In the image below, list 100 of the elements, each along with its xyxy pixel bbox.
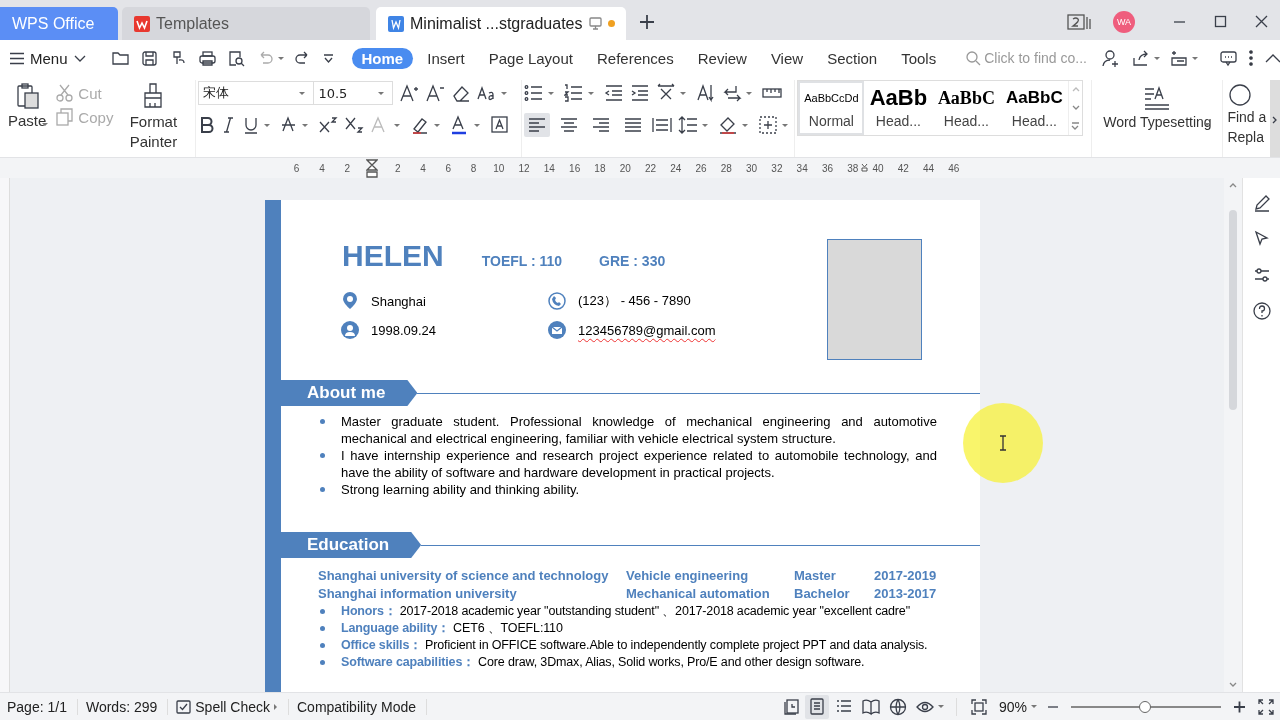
ribbon-tab[interactable]: Tools xyxy=(891,47,947,69)
dropdown-caret-icon[interactable] xyxy=(434,123,441,127)
dropdown-caret-icon[interactable] xyxy=(474,123,481,127)
ribbon-tab[interactable]: Insert xyxy=(417,47,475,69)
page-view-button[interactable] xyxy=(804,694,829,719)
shrink-font-icon[interactable] xyxy=(425,83,446,103)
style-preset[interactable]: AaBbC Head... xyxy=(932,81,1001,135)
dropdown-caret-icon[interactable] xyxy=(378,91,385,95)
search-field[interactable]: Click to find co... xyxy=(966,50,1097,66)
dropdown-caret-icon[interactable] xyxy=(1031,705,1037,708)
backup-icon[interactable] xyxy=(783,698,799,715)
more-icon[interactable] xyxy=(1249,50,1254,66)
dropdown-caret-icon[interactable] xyxy=(680,91,687,95)
window-switcher-icon[interactable] xyxy=(1067,14,1091,30)
dropdown-caret-icon[interactable] xyxy=(277,56,284,60)
dropdown-caret-icon[interactable] xyxy=(548,91,555,95)
ribbon-tab[interactable]: View xyxy=(760,47,814,69)
task-list-icon[interactable] xyxy=(1170,49,1189,67)
scroll-down-icon[interactable] xyxy=(1071,104,1080,111)
grow-font-icon[interactable] xyxy=(399,83,420,103)
find-replace-button[interactable]: Find a Repla xyxy=(1225,80,1270,157)
bullet-list-icon[interactable] xyxy=(524,83,545,103)
sliders-icon[interactable] xyxy=(1252,266,1271,284)
numbered-list-icon[interactable] xyxy=(564,83,585,103)
decrease-indent-icon[interactable] xyxy=(604,83,625,103)
dropdown-caret-icon[interactable] xyxy=(501,91,508,95)
dropdown-caret-icon[interactable] xyxy=(394,123,401,127)
menu-button[interactable]: Menu xyxy=(10,49,86,67)
align-left-button[interactable] xyxy=(524,113,551,137)
dropdown-caret-icon[interactable] xyxy=(1154,56,1161,60)
superscript-icon[interactable] xyxy=(318,115,339,135)
collapse-ribbon-icon[interactable] xyxy=(1265,53,1280,63)
print-preview-icon[interactable] xyxy=(227,49,245,67)
dropdown-caret-icon[interactable] xyxy=(1204,123,1211,126)
folder-icon[interactable] xyxy=(111,49,129,67)
zoom-level[interactable]: 90% xyxy=(998,698,1027,715)
style-preset[interactable]: AaBbC Head... xyxy=(1000,81,1069,135)
character-border-icon[interactable] xyxy=(490,115,511,135)
shading-icon[interactable] xyxy=(718,115,739,135)
dropdown-caret-icon[interactable] xyxy=(782,123,789,127)
font-size-dropdown[interactable]: 10.5 xyxy=(313,81,394,105)
bold-icon[interactable] xyxy=(198,115,215,135)
dropdown-caret-icon[interactable] xyxy=(1192,56,1199,60)
bullet-icon xyxy=(320,660,325,665)
ribbon-tab[interactable]: References xyxy=(587,47,684,69)
paste-button[interactable]: Paste xyxy=(8,80,47,157)
increase-indent-icon[interactable] xyxy=(630,83,651,103)
print-icon[interactable] xyxy=(198,49,216,67)
ribbon-tab[interactable]: Section xyxy=(817,47,888,69)
fit-page-icon[interactable] xyxy=(970,698,987,715)
customize-caret-icon[interactable] xyxy=(322,53,334,63)
comment-icon[interactable] xyxy=(1220,49,1238,67)
word-typesetting-button[interactable]: Word Typesetting xyxy=(1094,80,1221,157)
dropdown-caret-icon[interactable] xyxy=(302,123,309,127)
window-tab[interactable]: Templates xyxy=(122,7,370,40)
dropdown-caret-icon[interactable] xyxy=(742,123,749,127)
scroll-up-icon xyxy=(1229,182,1237,189)
subscript-icon[interactable] xyxy=(344,115,365,135)
dropdown-caret-icon[interactable] xyxy=(264,123,271,127)
ribbon-tab[interactable]: Review xyxy=(687,47,757,69)
format-painter-button[interactable]: Format Painter xyxy=(123,80,184,157)
page-count: Page: 1/1 xyxy=(7,698,78,715)
cursor-select-icon[interactable] xyxy=(1252,230,1271,248)
new-tab-icon[interactable] xyxy=(640,15,654,29)
dropdown-caret-icon[interactable] xyxy=(299,91,306,95)
style-preset[interactable]: AaBb Head... xyxy=(864,81,933,135)
dropdown-caret-icon[interactable] xyxy=(588,91,595,95)
maximize-icon[interactable] xyxy=(1214,15,1227,28)
distributed-icon[interactable] xyxy=(652,115,673,135)
window-tab[interactable]: Minimalist ...stgraduates xyxy=(376,7,626,40)
document-icon xyxy=(388,15,404,32)
expand-gallery-icon[interactable] xyxy=(1071,121,1081,130)
word-count[interactable]: Words: 299 xyxy=(85,698,169,715)
ruler-number: 8 xyxy=(469,162,478,174)
add-user-icon[interactable] xyxy=(1102,49,1121,67)
indent-marker-icon[interactable] xyxy=(366,158,379,178)
dropdown-caret-icon[interactable] xyxy=(937,705,944,708)
style-preset[interactable]: AaBbCcDd Normal xyxy=(798,81,865,135)
save-icon[interactable] xyxy=(140,49,158,67)
font-dropdown[interactable]: 宋体 xyxy=(198,81,315,105)
right-indent-marker-icon[interactable] xyxy=(861,163,868,172)
help-icon[interactable] xyxy=(1252,302,1271,320)
bullet-text: Office skills： Proficient in OFFICE software.Able to independently complete project PPT and data analysis. xyxy=(341,637,928,654)
pen-icon[interactable] xyxy=(1252,194,1271,212)
fullscreen-icon[interactable] xyxy=(1258,698,1274,715)
spell-check-button[interactable]: Spell Check xyxy=(176,698,289,715)
ruler-number: 46 xyxy=(947,162,961,174)
line-spacing-icon[interactable] xyxy=(678,115,699,135)
scroll-thumb[interactable] xyxy=(1229,210,1237,410)
close-icon[interactable] xyxy=(1255,15,1268,28)
scrollbar[interactable] xyxy=(1224,178,1242,692)
zoom-in-icon[interactable] xyxy=(1233,700,1246,713)
align-center-icon xyxy=(559,116,580,134)
line-break-icon[interactable] xyxy=(722,83,743,103)
slider-thumb[interactable] xyxy=(1138,700,1151,713)
bullet-text: Strong learning ability and thinking ability. xyxy=(341,481,580,498)
ribbon-tab[interactable]: Page Layout xyxy=(478,47,583,69)
dropdown-caret-icon[interactable] xyxy=(746,91,753,95)
dropdown-caret-icon[interactable] xyxy=(702,123,709,127)
borders-icon[interactable] xyxy=(758,115,779,135)
